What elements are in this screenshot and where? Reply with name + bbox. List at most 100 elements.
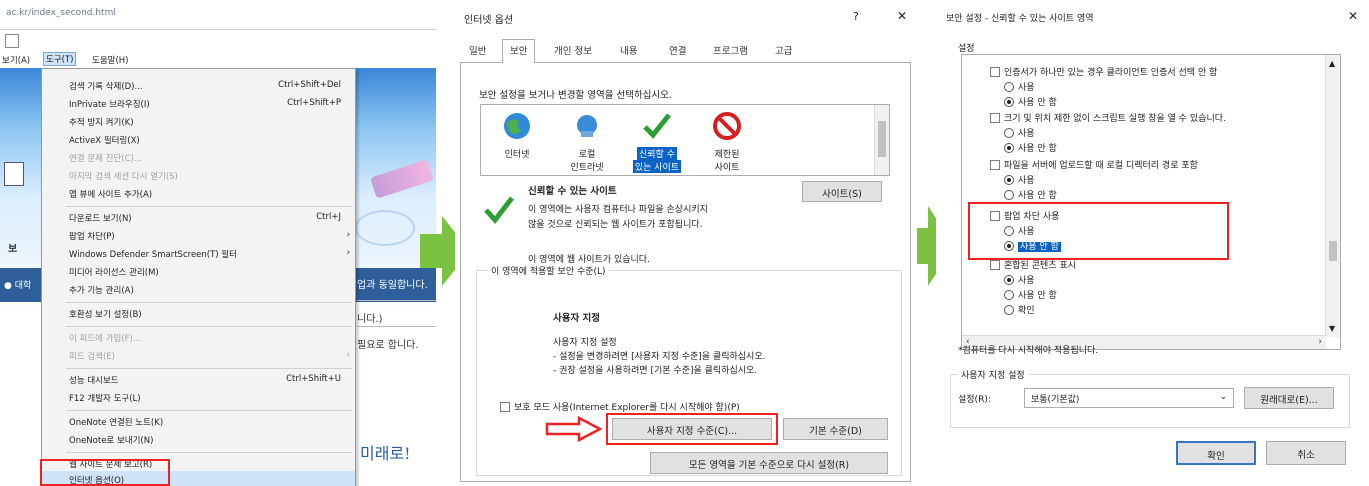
zone-internet[interactable]: 인터넷: [487, 107, 547, 175]
menu-item[interactable]: ActiveX 필터링(X): [42, 131, 355, 149]
menu-item[interactable]: 다운로드 보기(N) Ctrl+J: [42, 209, 355, 227]
reset-level-select[interactable]: 보통(기본값) ⌄: [1024, 388, 1234, 408]
web-logo-icon: [4, 162, 24, 186]
setting-radio[interactable]: 사용 안 함: [1004, 95, 1057, 109]
setting-radio[interactable]: 사용 안 함: [1004, 188, 1057, 202]
zone-description: 이 영역에는 사용자 컴퓨터나 파일을 손상시키지: [528, 205, 708, 215]
reset-button[interactable]: 원래대로(E)...: [1244, 387, 1334, 409]
tab-security[interactable]: 보안: [502, 39, 536, 63]
menu-item: 마지막 검색 세션 다시 열기(S): [69, 172, 178, 182]
menu-item[interactable]: 추가 기능 관리(A): [42, 281, 355, 299]
menu-item[interactable]: 미디어 라이선스 관리(M): [42, 263, 355, 281]
close-button[interactable]: ✕: [1348, 9, 1358, 23]
setting-radio[interactable]: 사용: [1004, 80, 1035, 94]
menu-item[interactable]: OneNote 연결된 노트(K): [42, 413, 355, 431]
help-button[interactable]: ?: [853, 10, 859, 23]
setting-label: 인증서가 하나만 있는 경우 클라이언트 인증서 선택 안 함: [1004, 68, 1218, 78]
menu-item[interactable]: F12 개발자 도구(L): [42, 389, 355, 407]
radio-label: 사용 안 함: [1018, 98, 1057, 108]
cancel-button[interactable]: 취소: [1266, 441, 1346, 465]
tab-advanced[interactable]: 고급: [775, 43, 792, 57]
default-level-button[interactable]: 기본 수준(D): [783, 418, 888, 440]
scroll-right-icon[interactable]: ›: [1318, 337, 1322, 347]
zone-label: 인트라넷: [570, 163, 604, 173]
protected-mode-checkbox[interactable]: 보호 모드 사용(Internet Explorer를 다시 시작해야 함)(P…: [500, 400, 740, 413]
setting-label: 크기 및 위치 제한 없이 스크립트 실행 창을 열 수 있습니다.: [1004, 114, 1226, 124]
menu-separator: [66, 206, 352, 207]
radio-label: 사용 안 함: [1018, 144, 1057, 154]
zone-local-intranet[interactable]: 로컬 인트라넷: [557, 107, 617, 175]
setting-checkbox[interactable]: 파일을 서버에 업로드할 때 로컬 디렉터리 경로 포함: [990, 158, 1198, 172]
setting-radio[interactable]: 확인: [1004, 303, 1035, 317]
tab-content[interactable]: 내용: [620, 43, 637, 57]
menu-separator: [66, 368, 352, 369]
radio-icon: [1004, 143, 1014, 153]
menu-tools[interactable]: 도구(T): [43, 52, 77, 66]
setting-checkbox[interactable]: 인증서가 하나만 있는 경우 클라이언트 인증서 선택 안 함: [990, 65, 1217, 79]
menu-view[interactable]: 보기(A): [2, 54, 30, 66]
checkbox-icon: [990, 260, 1000, 270]
menu-item[interactable]: InPrivate 브라우징(I) Ctrl+Shift+P: [42, 95, 355, 113]
web-divider: [357, 326, 436, 327]
setting-checkbox[interactable]: 크기 및 위치 제한 없이 스크립트 실행 창을 열 수 있습니다.: [990, 111, 1226, 125]
setting-label: 혼합된 콘텐츠 표시: [1004, 261, 1076, 271]
menu-separator: [66, 410, 352, 411]
radio-icon: [1004, 290, 1014, 300]
checkbox-icon: [500, 402, 510, 412]
menu-help[interactable]: 도움말(H): [92, 54, 128, 66]
submenu-arrow-icon: ›: [346, 230, 350, 240]
scroll-down-icon[interactable]: ▼: [1329, 324, 1335, 333]
submenu-arrow-icon: ›: [346, 350, 350, 360]
tools-menu: 검색 기록 삭제(D)... Ctrl+Shift+Del InPrivate 브…: [41, 68, 356, 486]
tab-general[interactable]: 일반: [469, 43, 486, 57]
radio-label: 사용 안 함: [1018, 291, 1057, 301]
custom-desc: - 권장 설정을 사용하려면 [기본 수준]을 클릭하십시오.: [553, 366, 758, 376]
checkbox-label: 보호 모드 사용(Internet Explorer를 다시 시작해야 함)(P…: [514, 403, 740, 413]
radio-icon: [1004, 175, 1014, 185]
web-link[interactable]: ● 대학: [4, 278, 31, 291]
zone-prompt: 보안 설정을 보거나 변경할 영역을 선택하십시오.: [479, 90, 672, 101]
menu-item[interactable]: 앱 뷰에 사이트 추가(A): [42, 185, 355, 203]
radio-label: 사용: [1018, 129, 1035, 139]
tab-privacy[interactable]: 개인 정보: [554, 43, 592, 57]
tab-programs[interactable]: 프로그램: [713, 43, 748, 57]
address-bar[interactable]: ac.kr/index_second.html: [0, 0, 436, 30]
prohibited-icon: [713, 112, 741, 140]
zone-scrollbar[interactable]: [874, 105, 889, 175]
sites-button[interactable]: 사이트(S): [802, 181, 882, 202]
close-button[interactable]: ✕: [897, 9, 907, 23]
intranet-icon: [577, 115, 597, 137]
menu-item: 피드 검색(E) ›: [69, 350, 350, 362]
radio-label: 사용: [1018, 83, 1035, 93]
zone-label: 신뢰할 수: [637, 147, 677, 160]
menu-item[interactable]: 호환성 보기 설정(B): [42, 305, 355, 323]
setting-radio[interactable]: 사용 안 함: [1004, 141, 1057, 155]
setting-checkbox[interactable]: 혼합된 콘텐츠 표시: [990, 258, 1076, 272]
scroll-up-icon[interactable]: ▲: [1329, 59, 1335, 68]
submenu-arrow-icon: ›: [346, 248, 350, 258]
menu-item[interactable]: 추적 방지 켜기(K): [42, 113, 355, 131]
menu-item[interactable]: 성능 대시보드 Ctrl+Shift+U: [42, 371, 355, 389]
menu-item[interactable]: 팝업 차단(P) ›: [42, 227, 355, 245]
setting-label: 파일을 서버에 업로드할 때 로컬 디렉터리 경로 포함: [1004, 161, 1198, 171]
menu-item[interactable]: Windows Defender SmartScreen(T) 필터 ›: [42, 245, 355, 263]
reset-all-zones-button[interactable]: 모든 영역을 기본 수준으로 다시 설정(R): [650, 452, 888, 474]
setting-radio[interactable]: 사용 안 함: [1004, 288, 1057, 302]
custom-desc: 사용자 지정 설정: [553, 338, 617, 348]
menu-item: 연결 문제 진단(C)...: [69, 154, 142, 164]
zone-trusted-sites[interactable]: 신뢰할 수 있는 사이트: [627, 107, 687, 175]
menu-item[interactable]: OneNote로 보내기(N): [42, 431, 355, 449]
tab-connections[interactable]: 연결: [669, 43, 686, 57]
settings-vscrollbar[interactable]: ▲ ▼: [1325, 55, 1340, 337]
setting-radio[interactable]: 사용: [1004, 126, 1035, 140]
zone-description: 않을 것으로 신뢰되는 웹 사이트가 포함됩니다.: [528, 220, 703, 230]
web-decoration: [355, 210, 415, 246]
menu-item[interactable]: 검색 기록 삭제(D)... Ctrl+Shift+Del: [42, 77, 355, 95]
chevron-down-icon: ⌄: [1219, 392, 1227, 402]
web-divider: [357, 300, 436, 301]
select-value: 보통(기본값): [1031, 395, 1080, 405]
setting-radio[interactable]: 사용: [1004, 173, 1035, 187]
ok-button[interactable]: 확인: [1176, 441, 1256, 465]
zone-restricted-sites[interactable]: 제한된 사이트: [697, 107, 757, 175]
setting-radio[interactable]: 사용: [1004, 273, 1035, 287]
